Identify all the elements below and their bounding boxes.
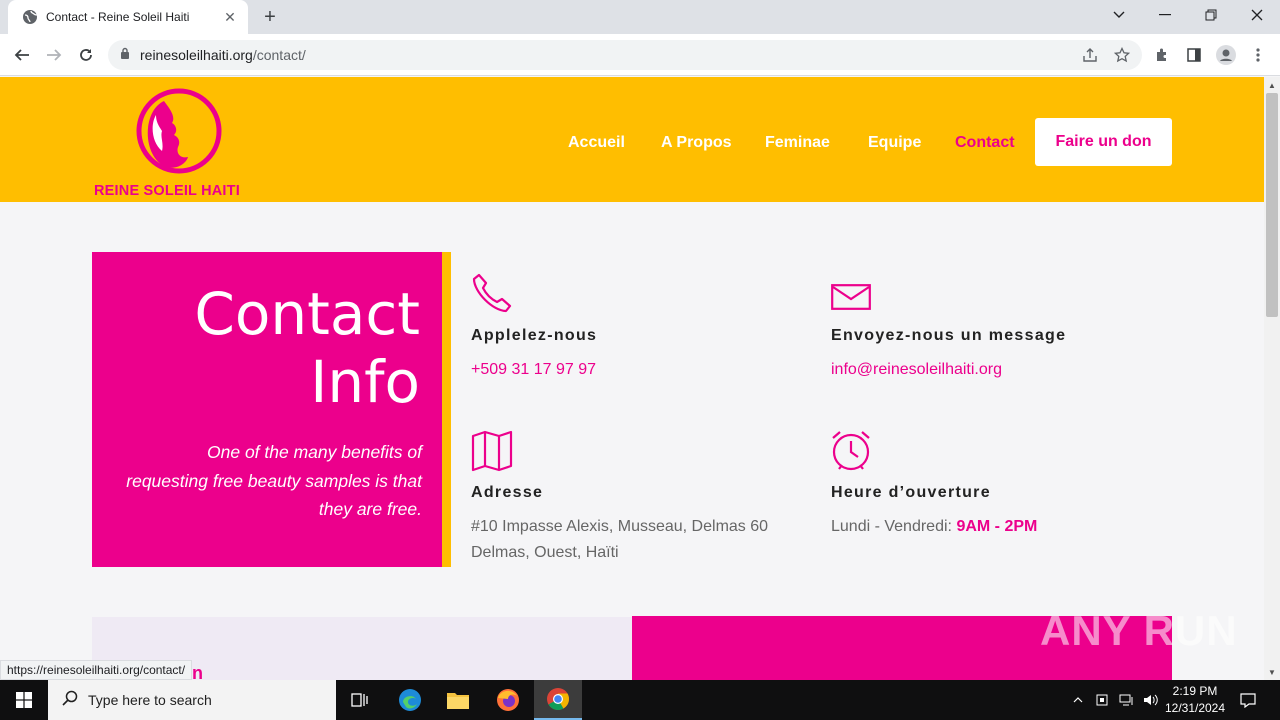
forward-arrow-icon[interactable] bbox=[42, 43, 66, 67]
phone-link[interactable]: +509 31 17 97 97 bbox=[471, 361, 596, 379]
url-text: reinesoleilhaiti.org/contact/ bbox=[140, 47, 306, 63]
nav-contact[interactable]: Contact bbox=[955, 134, 1015, 152]
profile-avatar-icon[interactable] bbox=[1214, 43, 1238, 67]
envelope-icon bbox=[831, 284, 871, 315]
search-placeholder: Type here to search bbox=[88, 692, 212, 708]
restore-button[interactable] bbox=[1188, 0, 1234, 30]
minimize-button[interactable] bbox=[1142, 0, 1188, 30]
scroll-down-arrow-icon[interactable]: ▼ bbox=[1264, 664, 1280, 680]
phone-label: Applelez-nous bbox=[471, 327, 598, 344]
tab-close-icon[interactable]: ✕ bbox=[222, 9, 238, 25]
nav-equipe[interactable]: Equipe bbox=[868, 134, 921, 152]
taskbar-search-box[interactable]: Type here to search bbox=[48, 680, 336, 720]
map-icon bbox=[471, 430, 513, 477]
brand-name: REINE SOLEIL HAITI bbox=[94, 183, 240, 199]
contact-subtitle: One of the many benefits of requesting f… bbox=[126, 442, 422, 519]
hours-text: Lundi - Vendredi: 9AM - 2PM bbox=[831, 518, 1038, 535]
watermark-text: ANY RUN bbox=[1040, 607, 1238, 654]
side-panel-icon[interactable] bbox=[1182, 43, 1206, 67]
notifications-icon[interactable] bbox=[1234, 680, 1262, 720]
scroll-up-arrow-icon[interactable]: ▲ bbox=[1264, 77, 1280, 93]
hours-label: Heure d’ouverture bbox=[831, 484, 991, 501]
windows-taskbar: Type here to search 2:19 PM 12/31/2024 bbox=[0, 680, 1280, 720]
close-window-button[interactable] bbox=[1234, 0, 1280, 30]
browser-toolbar: reinesoleilhaiti.org/contact/ bbox=[0, 34, 1280, 76]
address-text: #10 Impasse Alexis, Musseau, Delmas 60 D… bbox=[471, 518, 769, 561]
alarm-clock-icon bbox=[830, 429, 872, 478]
volume-icon[interactable] bbox=[1140, 680, 1162, 720]
tab-title: Contact - Reine Soleil Haiti bbox=[46, 10, 190, 24]
nav-accueil[interactable]: Accueil bbox=[568, 134, 625, 152]
email-label: Envoyez-nous un message bbox=[831, 327, 1067, 344]
bookmark-star-icon[interactable] bbox=[1110, 43, 1134, 67]
share-icon[interactable] bbox=[1078, 43, 1102, 67]
edge-browser-icon[interactable] bbox=[386, 680, 434, 720]
accent-bar bbox=[442, 252, 451, 567]
extensions-puzzle-icon[interactable] bbox=[1150, 43, 1174, 67]
windows-start-icon[interactable] bbox=[0, 680, 48, 720]
hours-time: 9AM - 2PM bbox=[956, 518, 1038, 535]
lock-icon[interactable] bbox=[120, 46, 130, 64]
search-icon bbox=[62, 690, 78, 711]
site-logo[interactable]: REINE SOLEIL HAITI bbox=[94, 85, 274, 201]
page-scrollbar[interactable]: ▲ ▼ bbox=[1264, 77, 1280, 680]
new-tab-button[interactable]: + bbox=[258, 6, 282, 28]
nav-feminae[interactable]: Feminae bbox=[765, 134, 830, 152]
system-clock[interactable]: 2:19 PM 12/31/2024 bbox=[1160, 683, 1230, 717]
page-viewport: REINE SOLEIL HAITI Accueil A Propos Femi… bbox=[0, 77, 1264, 680]
status-bar-url: https://reinesoleilhaiti.org/contact/ bbox=[0, 660, 193, 680]
tab-search-chevron-icon[interactable] bbox=[1096, 0, 1142, 30]
browser-tab[interactable]: Contact - Reine Soleil Haiti ✕ bbox=[8, 0, 248, 34]
site-header: REINE SOLEIL HAITI Accueil A Propos Femi… bbox=[0, 77, 1264, 202]
chrome-menu-icon[interactable] bbox=[1246, 43, 1270, 67]
browser-tab-strip: Contact - Reine Soleil Haiti ✕ + bbox=[0, 0, 1280, 34]
back-arrow-icon[interactable] bbox=[10, 43, 34, 67]
tray-chevron-up-icon[interactable] bbox=[1068, 680, 1088, 720]
scrollbar-thumb[interactable] bbox=[1266, 93, 1278, 317]
firefox-icon[interactable] bbox=[484, 680, 532, 720]
email-link[interactable]: info@reinesoleilhaiti.org bbox=[831, 361, 1002, 379]
network-icon[interactable] bbox=[1116, 680, 1138, 720]
tray-device-icon[interactable] bbox=[1092, 680, 1112, 720]
donate-button[interactable]: Faire un don bbox=[1035, 118, 1172, 166]
globe-icon bbox=[22, 9, 38, 25]
reload-icon[interactable] bbox=[74, 43, 98, 67]
file-explorer-icon[interactable] bbox=[434, 680, 482, 720]
phone-icon bbox=[471, 272, 515, 319]
contact-info-panel: Contact Info One of the many benefits of… bbox=[92, 252, 442, 567]
chrome-taskbar-icon[interactable] bbox=[534, 680, 582, 720]
page-title: Contact Info bbox=[194, 280, 420, 416]
section-heading-fragment: n bbox=[192, 663, 203, 680]
sun-face-logo-icon bbox=[136, 88, 222, 174]
address-label: Adresse bbox=[471, 484, 544, 501]
task-view-icon[interactable] bbox=[336, 680, 384, 720]
address-bar[interactable]: reinesoleilhaiti.org/contact/ bbox=[108, 40, 1142, 70]
nav-a-propos[interactable]: A Propos bbox=[661, 134, 732, 152]
